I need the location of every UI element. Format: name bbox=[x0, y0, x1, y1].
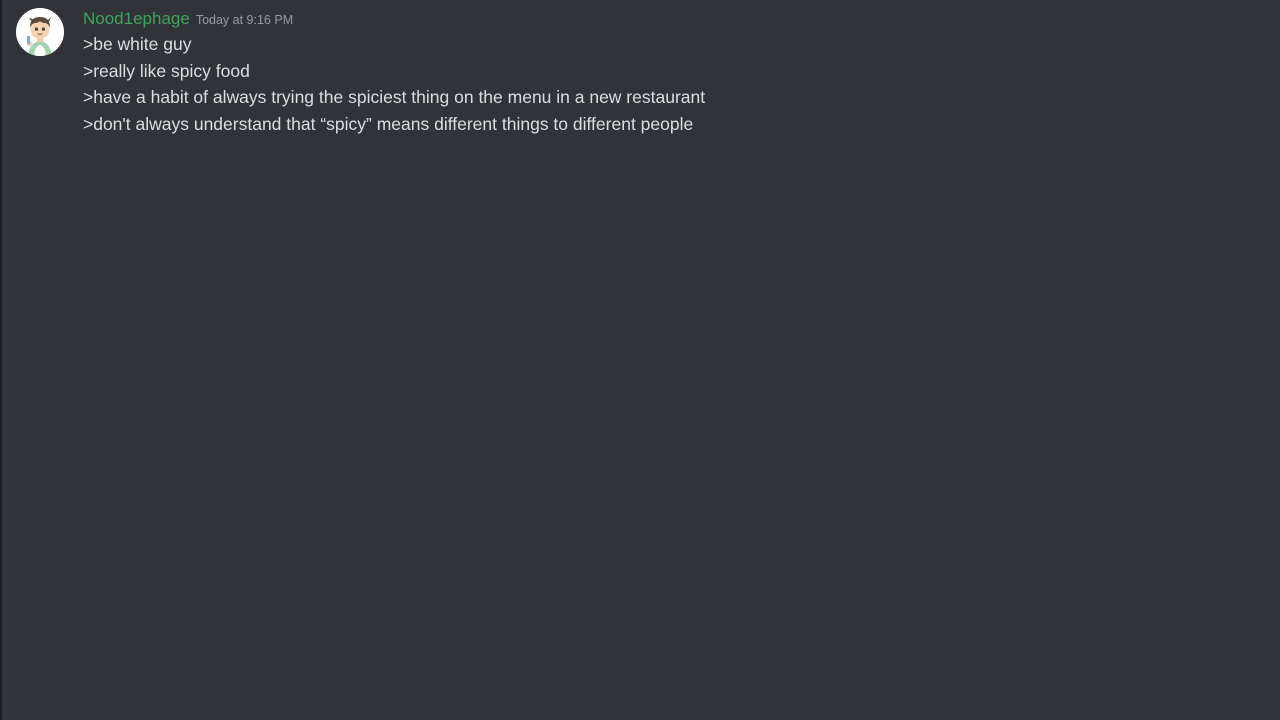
message-line: >have a habit of always trying the spici… bbox=[83, 87, 706, 107]
chat-view: Nood1ephage Today at 9:16 PM >be white gu… bbox=[0, 0, 1280, 720]
message-timestamp[interactable]: Today at 9:16 PM bbox=[196, 13, 293, 27]
chat-message: Nood1ephage Today at 9:16 PM >be white gu… bbox=[0, 0, 1280, 140]
user-avatar[interactable] bbox=[16, 8, 64, 56]
message-content: >be white guy >really like spicy food >h… bbox=[83, 31, 705, 137]
cartoon-boy-avatar-icon bbox=[16, 8, 64, 56]
message-line: >really like spicy food bbox=[83, 60, 250, 81]
message-line: >don't always understand that “spicy” me… bbox=[83, 113, 694, 134]
message-header: Nood1ephage Today at 9:16 PM bbox=[83, 8, 293, 30]
message-line: >be white guy bbox=[83, 34, 192, 54]
author-username[interactable]: Nood1ephage bbox=[83, 9, 190, 28]
